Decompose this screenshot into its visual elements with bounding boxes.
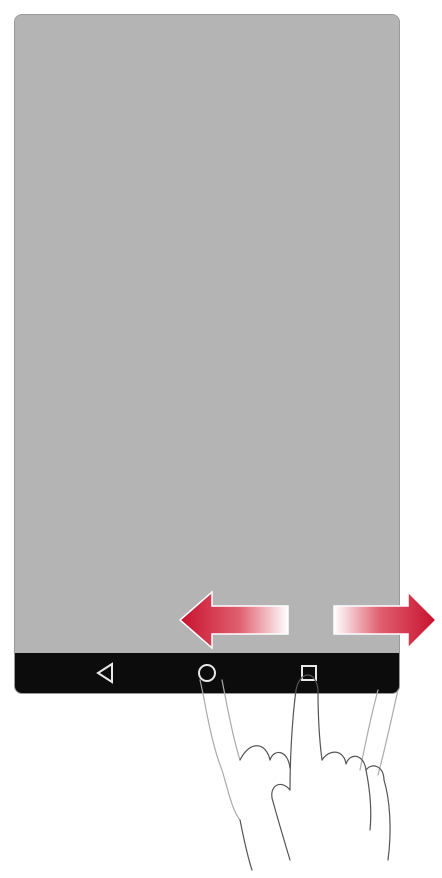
navigation-bar	[15, 653, 399, 693]
back-icon	[96, 662, 113, 684]
recents-button[interactable]	[279, 653, 339, 693]
recents-icon	[301, 665, 317, 681]
home-button[interactable]	[177, 653, 237, 693]
home-icon	[198, 664, 216, 682]
phone-screen[interactable]	[15, 15, 399, 655]
phone-device	[14, 14, 400, 694]
hand-illustration	[199, 674, 399, 871]
back-button[interactable]	[75, 653, 135, 693]
